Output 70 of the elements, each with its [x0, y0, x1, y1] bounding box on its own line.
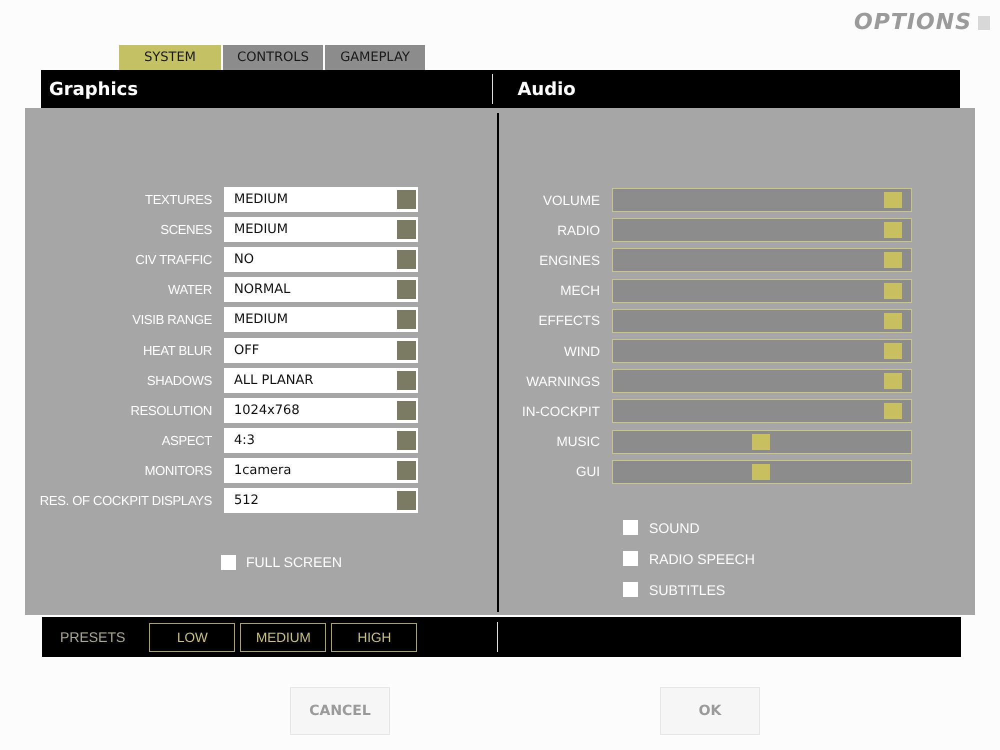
setting-label: WATER: [167, 282, 212, 298]
checkbox[interactable]: [623, 551, 638, 566]
slider-label: IN-COCKPIT: [520, 404, 600, 419]
slider-track[interactable]: [612, 308, 912, 333]
dropdown-field[interactable]: 1camera: [224, 458, 418, 484]
setting-label: RES. OF COCKPIT DISPLAYS: [38, 493, 212, 508]
slider-label: WARNINGS: [525, 374, 600, 389]
dropdown-field[interactable]: OFF: [224, 338, 418, 363]
setting-label: HEAT BLUR: [142, 342, 212, 358]
slider-thumb[interactable]: [752, 464, 770, 480]
setting-label: VISIB RANGE: [131, 312, 212, 328]
slider-thumb[interactable]: [884, 252, 902, 268]
dropdown-field[interactable]: MEDIUM: [224, 186, 418, 212]
slider-thumb[interactable]: [884, 192, 902, 208]
presets-label: PRESETS: [60, 629, 126, 645]
page-title: OPTIONS: [854, 10, 972, 35]
setting-label: TEXTURES: [144, 192, 212, 207]
preset-button[interactable]: LOW: [149, 622, 236, 652]
slider-track[interactable]: [612, 278, 912, 303]
dropdown-field[interactable]: 1024x768: [224, 398, 418, 423]
preset-button[interactable]: MEDIUM: [240, 622, 326, 652]
slider-label: RADIO: [556, 222, 600, 238]
checkbox-label: SOUND: [649, 520, 700, 536]
setting-label: RESOLUTION: [129, 402, 212, 418]
setting-label: MONITORS: [144, 463, 212, 478]
slider-thumb[interactable]: [752, 434, 770, 450]
checkbox-label: SUBTITLES: [649, 582, 726, 598]
slider-track[interactable]: [612, 339, 912, 364]
slider-track[interactable]: [612, 369, 912, 394]
tab[interactable]: CONTROLS: [223, 45, 323, 70]
checkbox[interactable]: [623, 520, 638, 536]
checkbox[interactable]: [221, 554, 236, 570]
slider-label: WIND: [563, 344, 600, 359]
checkbox-label: FULL SCREEN: [246, 554, 342, 570]
checkbox-label: RADIO SPEECH: [649, 550, 755, 567]
slider-thumb[interactable]: [884, 312, 902, 329]
slider-label: GUI: [574, 464, 600, 480]
slider-thumb[interactable]: [884, 403, 902, 420]
slider-label: EFFECTS: [537, 313, 600, 328]
setting-label: ASPECT: [160, 433, 212, 448]
section-title: Audio: [518, 78, 576, 100]
tab[interactable]: GAMEPLAY: [325, 45, 425, 70]
slider-label: MECH: [559, 283, 600, 298]
slider-thumb[interactable]: [884, 222, 902, 238]
dropdown-field[interactable]: ALL PLANAR: [224, 368, 418, 393]
dropdown-field[interactable]: MEDIUM: [224, 307, 418, 332]
slider-track[interactable]: [612, 430, 912, 454]
tab[interactable]: SYSTEM: [119, 45, 221, 70]
slider-track[interactable]: [612, 188, 912, 212]
setting-label: CIV TRAFFIC: [134, 252, 212, 267]
slider-track[interactable]: [612, 218, 912, 242]
preset-button[interactable]: HIGH: [331, 622, 418, 652]
checkbox[interactable]: [623, 582, 638, 598]
slider-thumb[interactable]: [884, 343, 902, 360]
setting-label: SHADOWS: [146, 372, 212, 388]
section-title: Graphics: [49, 78, 138, 100]
slider-track[interactable]: [612, 248, 912, 272]
slider-label: ENGINES: [538, 252, 600, 268]
setting-label: SCENES: [159, 222, 212, 237]
slider-label: VOLUME: [542, 192, 600, 208]
dropdown-field[interactable]: MEDIUM: [224, 216, 418, 242]
slider-track[interactable]: [612, 460, 912, 484]
dropdown-field[interactable]: NORMAL: [224, 277, 418, 302]
dropdown-field[interactable]: NO: [224, 246, 418, 272]
slider-thumb[interactable]: [884, 373, 902, 390]
dropdown-field[interactable]: 512: [224, 488, 418, 514]
slider-track[interactable]: [612, 399, 912, 424]
dropdown-field[interactable]: 4:3: [224, 428, 418, 454]
slider-thumb[interactable]: [884, 282, 902, 299]
slider-label: MUSIC: [556, 434, 600, 450]
